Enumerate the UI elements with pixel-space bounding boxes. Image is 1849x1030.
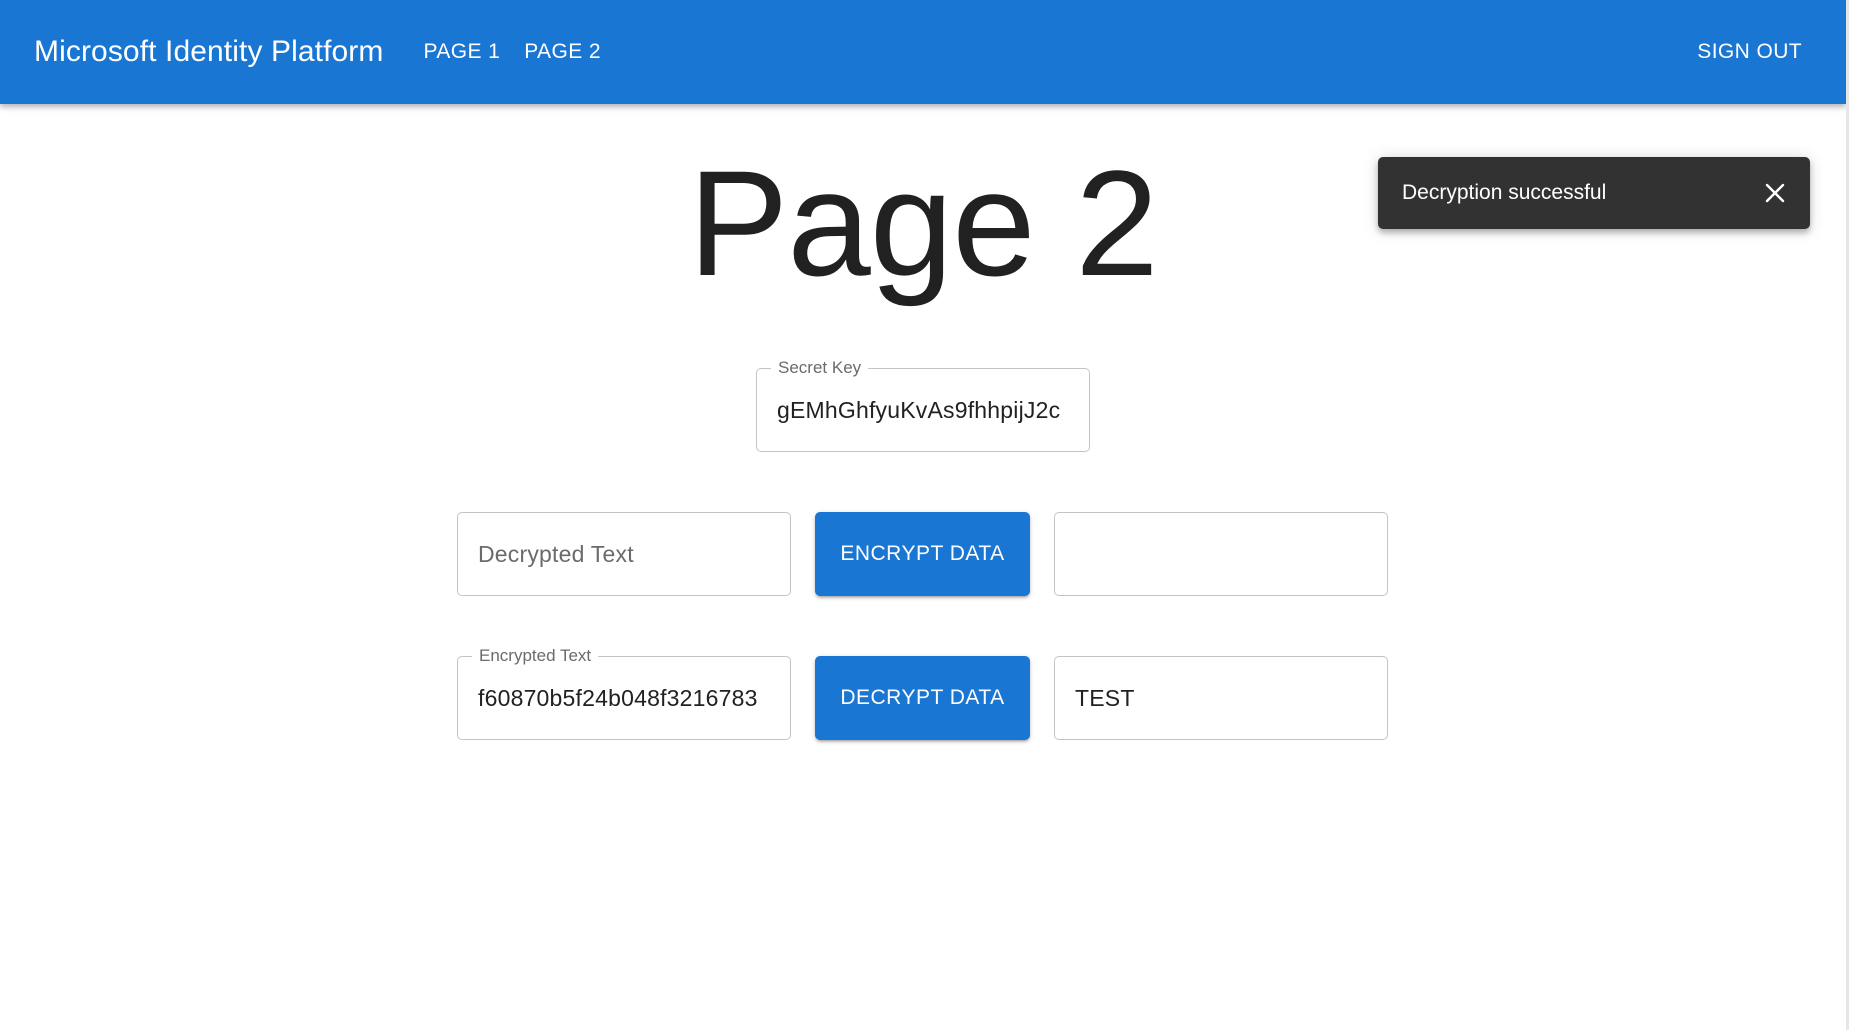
snackbar: Decryption successful <box>1378 157 1810 229</box>
encrypted-output-value <box>1075 513 1369 595</box>
encrypted-text-input[interactable]: Encrypted Text f60870b5f24b048f3216783 <box>457 646 791 740</box>
sign-out-button[interactable]: SIGN OUT <box>1685 28 1814 76</box>
close-icon[interactable] <box>1758 176 1792 210</box>
page: Microsoft Identity Platform PAGE 1 PAGE … <box>0 0 1849 1030</box>
viewport: Microsoft Identity Platform PAGE 1 PAGE … <box>0 0 1846 1030</box>
encrypted-text-value[interactable]: f60870b5f24b048f3216783 <box>478 657 772 739</box>
secret-key-field[interactable]: Secret Key gEMhGhfyuKvAs9fhhpijJ2c <box>756 358 1090 452</box>
decrypted-text-placeholder: Decrypted Text <box>478 540 634 567</box>
nav-page-2-button[interactable]: PAGE 2 <box>512 28 613 76</box>
nav-page-1-button[interactable]: PAGE 1 <box>411 28 512 76</box>
snackbar-message: Decryption successful <box>1402 181 1607 204</box>
encrypted-output-field[interactable] <box>1054 512 1388 596</box>
decrypt-data-button[interactable]: DECRYPT DATA <box>815 656 1030 740</box>
close-icon-glyph <box>1765 183 1785 203</box>
encrypt-data-button[interactable]: ENCRYPT DATA <box>815 512 1030 596</box>
secret-key-value[interactable]: gEMhGhfyuKvAs9fhhpijJ2c <box>777 369 1071 451</box>
decrypted-text-input[interactable]: Decrypted Text <box>457 512 791 596</box>
app-title: Microsoft Identity Platform <box>34 35 384 68</box>
app-bar: Microsoft Identity Platform PAGE 1 PAGE … <box>0 0 1846 104</box>
decrypted-output-field[interactable]: TEST <box>1054 656 1388 740</box>
decrypted-output-value: TEST <box>1075 684 1135 711</box>
